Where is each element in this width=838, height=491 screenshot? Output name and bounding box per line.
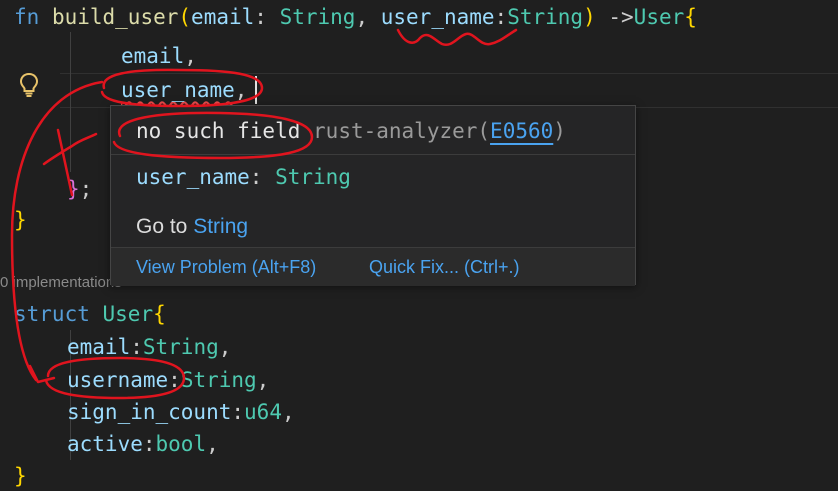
signature-colon: : (249, 165, 276, 189)
field-user-name-error[interactable]: user_name (121, 78, 235, 102)
colon: : (130, 335, 143, 359)
brace-open: { (153, 302, 166, 326)
code-line-email[interactable]: email, (121, 41, 197, 71)
error-text: no such field (136, 119, 301, 143)
comma: , (206, 432, 219, 456)
codelens-implementations[interactable]: 0 implementations (0, 272, 122, 294)
indent-guide (70, 32, 71, 172)
param-colon: : (494, 5, 508, 29)
signature-name: user_name (136, 165, 250, 189)
param-comma: , (355, 5, 369, 29)
param-email: email (191, 5, 255, 29)
error-source: rust-analyzer( (313, 119, 491, 143)
hover-popup: no such field rust-analyzer(E0560) user_… (110, 105, 636, 286)
field-name: username (67, 368, 169, 392)
function-name: build_user (51, 5, 179, 29)
param-type: String (507, 5, 584, 29)
hover-signature: user_name: String (136, 162, 351, 192)
view-problem-link[interactable]: View Problem (Alt+F8) (136, 257, 316, 278)
field-name: active (67, 432, 143, 456)
field-type: u64 (244, 400, 282, 424)
field-email: email (121, 44, 185, 68)
param-type: String (279, 5, 356, 29)
return-type: User (633, 5, 685, 29)
quick-fix-link[interactable]: Quick Fix... (Ctrl+.) (369, 257, 520, 278)
text-cursor (255, 76, 257, 104)
code-line-field-username[interactable]: username:String, (67, 365, 269, 395)
brace-close: } (14, 208, 27, 232)
return-arrow: -> (608, 5, 634, 29)
divider (111, 154, 635, 155)
paren-open: ( (178, 5, 192, 29)
comma: , (256, 368, 270, 392)
brace-close: } (14, 464, 27, 488)
comma: , (281, 400, 295, 424)
lightbulb-icon[interactable] (18, 72, 40, 98)
code-line-struct-close[interactable]: }; (67, 174, 92, 204)
code-line-field-active[interactable]: active:bool, (67, 429, 219, 459)
field-name: email (67, 335, 131, 359)
hover-error-message: no such field rust-analyzer(E0560) (136, 116, 566, 146)
code-line-user-name[interactable]: user_name, (121, 75, 247, 105)
code-line-fn-signature[interactable]: fn build_user(email: String, user_name:S… (14, 2, 697, 32)
hover-status-bar: View Problem (Alt+F8) Quick Fix... (Ctrl… (111, 247, 635, 286)
code-line-struct-close-brace[interactable]: } (14, 461, 27, 491)
param-user-name: user_name (380, 5, 495, 29)
goto-type-link[interactable]: String (193, 215, 248, 238)
code-line-fn-close[interactable]: } (14, 205, 27, 235)
code-line-field-sign-in-count[interactable]: sign_in_count:u64, (67, 397, 295, 427)
brace-open: { (684, 5, 697, 29)
comma: , (234, 78, 248, 102)
hover-goto: Go to String (136, 212, 248, 242)
keyword-struct: struct (14, 302, 90, 326)
colon: : (231, 400, 245, 424)
field-type: bool (155, 432, 207, 456)
comma: , (184, 44, 197, 68)
colon: : (168, 368, 181, 392)
code-line-field-email[interactable]: email:String, (67, 332, 231, 362)
comma: , (218, 335, 232, 359)
brace-close: } (67, 177, 80, 201)
error-source-close: ) (553, 119, 566, 143)
field-type: String (142, 335, 219, 359)
goto-label: Go to (136, 215, 194, 238)
signature-type: String (275, 165, 351, 189)
semicolon: ; (79, 177, 93, 201)
paren-close: ) (583, 5, 596, 29)
field-name: sign_in_count (67, 400, 232, 424)
param-colon: : (254, 5, 267, 29)
error-code-link[interactable]: E0560 (490, 119, 553, 143)
code-line-struct-decl[interactable]: struct User{ (14, 299, 166, 329)
keyword-fn: fn (14, 5, 40, 29)
struct-name: User (102, 302, 154, 326)
field-type: String (180, 368, 257, 392)
colon: : (142, 432, 156, 456)
